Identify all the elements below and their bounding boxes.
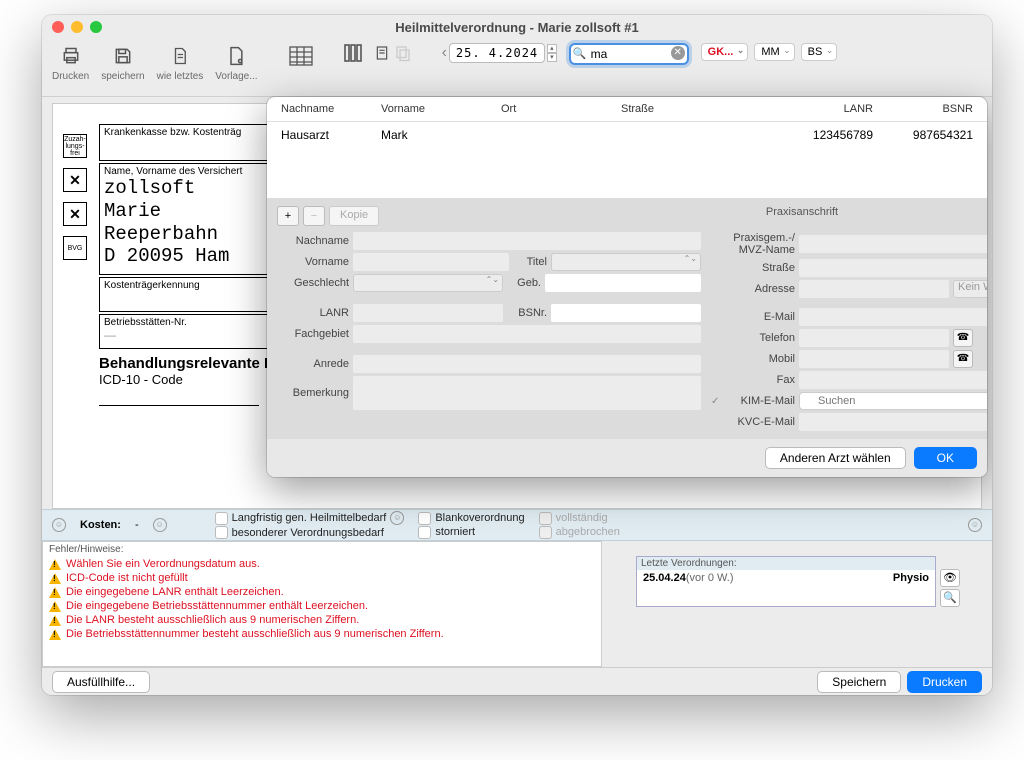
doc-small-icon[interactable]	[374, 43, 390, 63]
vollstaendig-checkbox	[539, 512, 552, 525]
col-ort[interactable]: Ort	[497, 101, 617, 117]
langfristig-checkbox[interactable]	[215, 512, 228, 525]
storniert-checkbox[interactable]	[418, 526, 431, 539]
col-strasse[interactable]: Straße	[617, 101, 777, 117]
email-input[interactable]	[799, 308, 987, 326]
footer-save-button[interactable]: Speichern	[817, 671, 901, 693]
praxis-title: Praxisanschrift	[627, 206, 977, 218]
template-icon	[223, 43, 249, 69]
toolbar: Drucken speichern wie letztes Vorlage...	[42, 39, 992, 97]
geb-input[interactable]	[545, 274, 701, 292]
warning-icon	[49, 573, 61, 584]
date-stepper[interactable]: ▴▾	[547, 44, 557, 62]
footer: Ausfüllhilfe... Speichern Drucken	[42, 667, 992, 695]
recent-header: Letzte Verordnungen:	[637, 557, 935, 570]
recent-row[interactable]: 25.04.24(vor 0 W.) Physio	[637, 570, 935, 586]
mobil-input[interactable]	[799, 350, 949, 368]
phone1-icon[interactable]: ☎	[953, 329, 973, 347]
gk-dropdown[interactable]: GK...	[701, 43, 749, 61]
besonderer-checkbox[interactable]	[215, 526, 228, 539]
abgebrochen-checkbox	[539, 526, 552, 539]
lanr-input[interactable]	[353, 304, 503, 322]
fax-input[interactable]	[799, 371, 987, 389]
col-vorname[interactable]: Vorname	[377, 101, 497, 117]
ok-button[interactable]: OK	[914, 447, 977, 469]
save-icon	[110, 43, 136, 69]
col-bsnr[interactable]: BSNR	[877, 101, 977, 117]
other-doctor-button[interactable]: Anderen Arzt wählen	[765, 447, 906, 469]
bs-dropdown[interactable]: BS	[801, 43, 838, 61]
remove-doctor-button: −	[303, 206, 325, 226]
praxisgem-input[interactable]	[799, 235, 987, 253]
col-nachname[interactable]: Nachname	[277, 101, 377, 117]
geschlecht-select[interactable]	[353, 274, 503, 292]
adresse-input[interactable]	[799, 280, 949, 298]
recent-prescriptions-panel: Letzte Verordnungen: 25.04.24(vor 0 W.) …	[636, 556, 936, 607]
printer-icon	[58, 43, 84, 69]
columns-icon[interactable]	[344, 43, 370, 63]
kosten-label: Kosten:	[80, 519, 121, 531]
warning-icon	[49, 559, 61, 570]
nachname-input[interactable]	[353, 232, 701, 250]
date-prev-button[interactable]: ‹	[442, 44, 447, 62]
doctor-result-row[interactable]: Hausarzt Mark 123456789 987654321	[267, 122, 987, 148]
bemerkung-input[interactable]	[353, 376, 701, 410]
recent-view-button[interactable]: 👁	[940, 569, 960, 587]
kopie-button: Kopie	[329, 206, 379, 226]
document-icon	[167, 43, 193, 69]
save-toolbar-button[interactable]: speichern	[101, 43, 144, 82]
maximize-icon[interactable]	[90, 21, 102, 33]
tab-x2[interactable]: ✕	[63, 202, 87, 226]
fachgebiet-input[interactable]	[353, 325, 701, 343]
error-panel: Fehler/Hinweise: Wählen Sie ein Verordnu…	[42, 541, 602, 667]
adresse-select[interactable]: Kein Wert	[953, 280, 987, 298]
close-icon[interactable]	[52, 21, 64, 33]
main-window: Heilmittelverordnung - Marie zollsoft #1…	[42, 15, 992, 695]
grid-icon	[288, 43, 314, 69]
smiley4-icon[interactable]: ☺	[968, 518, 982, 532]
strasse-input[interactable]	[799, 259, 987, 277]
bsnr-input[interactable]	[551, 304, 701, 322]
recent-search-button[interactable]: 🔍	[940, 589, 960, 607]
like-last-button[interactable]: wie letztes	[157, 43, 204, 82]
smiley2-icon[interactable]: ☺	[153, 518, 167, 532]
kim-checkbox[interactable]: ✓	[711, 396, 721, 407]
copy-icon	[394, 43, 412, 63]
catalog-grid-button[interactable]	[288, 43, 314, 69]
error-header: Fehler/Hinweise:	[43, 542, 601, 557]
template-button[interactable]: Vorlage...	[215, 43, 257, 82]
kvc-input[interactable]	[799, 413, 987, 431]
clear-search-icon[interactable]: ✕	[671, 46, 685, 60]
telefon-input[interactable]	[799, 329, 949, 347]
help-button[interactable]: Ausfüllhilfe...	[52, 671, 150, 693]
minimize-icon[interactable]	[71, 21, 83, 33]
warning-icon	[49, 601, 61, 612]
titel-select[interactable]	[551, 253, 701, 271]
zuzahlung-tab[interactable]: Zuzah- lungs- frei	[63, 134, 87, 158]
doctor-dropdown-panel: Nachname Vorname Ort Straße LANR BSNR Ha…	[267, 97, 987, 477]
col-lanr[interactable]: LANR	[777, 101, 877, 117]
smiley1-icon[interactable]: ☺	[52, 518, 66, 532]
vorname-input[interactable]	[353, 253, 509, 271]
add-doctor-button[interactable]: +	[277, 206, 299, 226]
mm-dropdown[interactable]: MM	[754, 43, 794, 61]
options-bar: ☺ Kosten: - ☺ Langfristig gen. Heilmitte…	[42, 509, 992, 541]
tab-x1[interactable]: ✕	[63, 168, 87, 192]
warning-icon	[49, 587, 61, 598]
blanko-checkbox[interactable]	[418, 512, 431, 525]
smiley3-icon[interactable]: ☺	[390, 511, 404, 525]
mobile-icon[interactable]: ☎	[953, 350, 973, 368]
date-field[interactable]: 25. 4.2024	[449, 43, 545, 63]
footer-print-button[interactable]: Drucken	[907, 671, 982, 693]
warning-icon	[49, 615, 61, 626]
window-title: Heilmittelverordnung - Marie zollsoft #1	[42, 20, 992, 35]
kim-search-input[interactable]	[799, 392, 987, 410]
anrede-input[interactable]	[353, 355, 701, 373]
titlebar: Heilmittelverordnung - Marie zollsoft #1	[42, 15, 992, 39]
print-toolbar-button[interactable]: Drucken	[52, 43, 89, 82]
bvg-tab[interactable]: BVG	[63, 236, 87, 260]
search-icon: 🔍	[573, 47, 587, 60]
warning-icon	[49, 629, 61, 640]
